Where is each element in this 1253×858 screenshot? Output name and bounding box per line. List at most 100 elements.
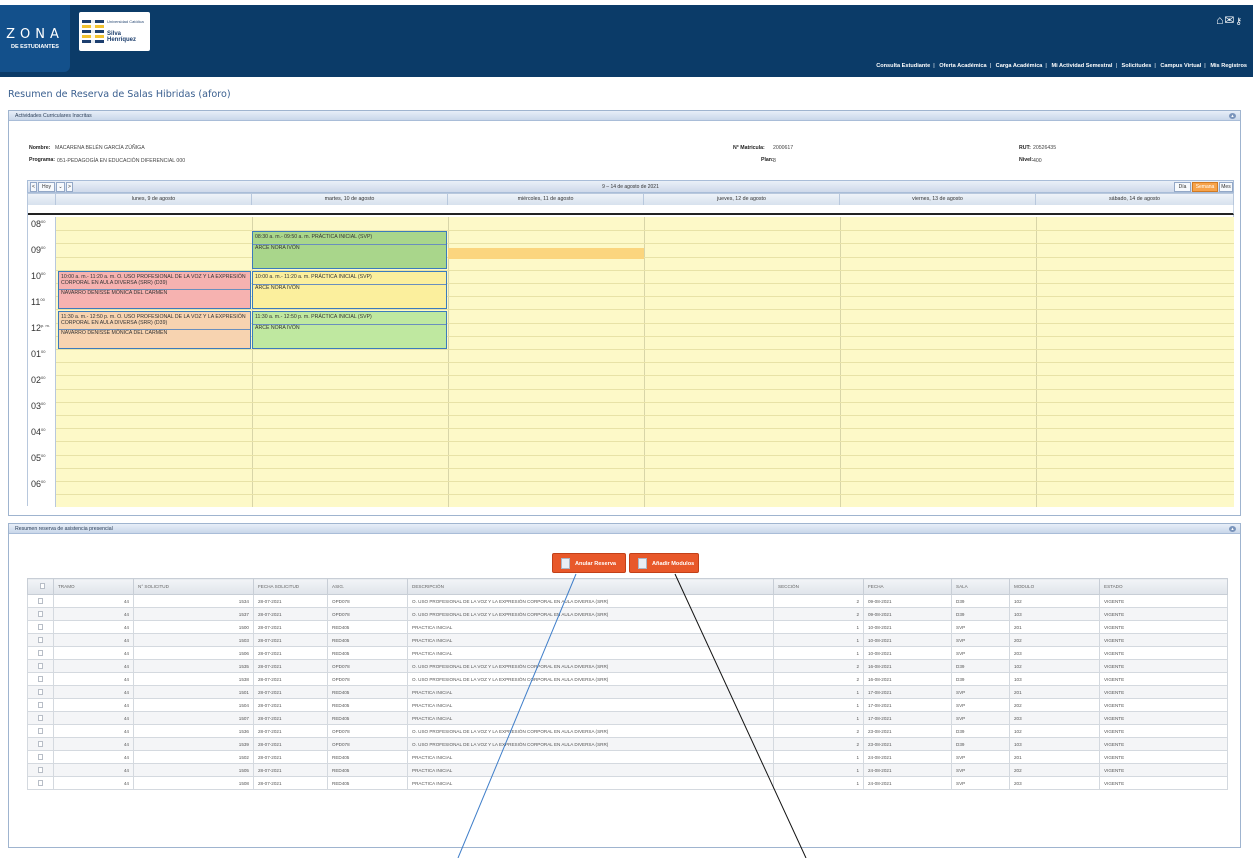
col-estado[interactable]: ESTADO: [1099, 578, 1228, 595]
cell-descripcion: O. USO PROFESIONAL DE LA VOZ Y LA EXPRES…: [407, 594, 774, 608]
view-month-button[interactable]: Mes: [1219, 182, 1233, 192]
collapse-icon[interactable]: ▲: [1229, 526, 1236, 532]
select-all-header[interactable]: [27, 578, 54, 595]
table-row[interactable]: 44 1536 28-07-2021 OPD078 O. USO PROFESIONAL…: [27, 724, 1228, 738]
table-row[interactable]: 44 1508 28-07-2021 RED405 PRACTICA INICIAL 1 2…: [27, 776, 1228, 790]
col-seccion[interactable]: SECCIÓN: [773, 578, 864, 595]
nav-mi-actividad-semestral[interactable]: Mi Actividad Semestral: [1051, 63, 1112, 69]
table-row[interactable]: 44 1502 28-07-2021 RED405 PRACTICA INICIAL 1 2…: [27, 750, 1228, 764]
row-select-cell[interactable]: [27, 763, 54, 777]
table-row[interactable]: 44 1505 28-07-2021 RED405 PRACTICA INICIAL 1 2…: [27, 763, 1228, 777]
row-select-cell[interactable]: [27, 737, 54, 751]
nav-campus-virtual[interactable]: Campus Virtual: [1160, 63, 1201, 69]
table-row[interactable]: 44 1538 28-07-2021 OPD078 O. USO PROFESIONAL…: [27, 672, 1228, 686]
calendar-event[interactable]: 10:00 a. m.- 11:20 a. m. O. USO PROFESIO…: [58, 271, 251, 309]
row-select-cell[interactable]: [27, 685, 54, 699]
col-asig[interactable]: ASIG.: [327, 578, 408, 595]
row-checkbox[interactable]: [38, 636, 43, 643]
zona-estudiantes-logo[interactable]: ZONA DE ESTUDIANTES: [0, 5, 70, 72]
table-row[interactable]: 44 1507 28-07-2021 RED405 PRACTICA INICIAL 1 1…: [27, 711, 1228, 725]
anadir-modulos-button[interactable]: Añadir Modulos: [629, 553, 699, 573]
grid-line: [56, 388, 1234, 390]
event-title: 11:30 a. m.- 12:50 p. m. PRÁCTICA INICIA…: [255, 314, 372, 320]
row-checkbox[interactable]: [38, 623, 43, 630]
table-row[interactable]: 44 1535 28-07-2021 OPD078 O. USO PROFESIONAL…: [27, 659, 1228, 673]
row-select-cell[interactable]: [27, 672, 54, 686]
row-checkbox[interactable]: [38, 649, 43, 656]
cell-asig: RED405: [327, 620, 408, 634]
table-row[interactable]: 44 1537 28-07-2021 OPD078 O. USO PROFESIONAL…: [27, 607, 1228, 621]
select-all-checkbox[interactable]: [40, 583, 45, 589]
cell-fecha-solicitud: 28-07-2021: [253, 646, 328, 660]
calendar-event[interactable]: 11:30 a. m.- 12:50 p. m. O. USO PROFESIO…: [58, 311, 251, 349]
view-day-button[interactable]: Día: [1174, 182, 1191, 192]
selected-slot[interactable]: [448, 248, 644, 259]
row-checkbox[interactable]: [38, 740, 43, 747]
row-select-cell[interactable]: [27, 633, 54, 647]
col-sala[interactable]: SALA: [951, 578, 1010, 595]
cell-fecha: 17-08-2021: [863, 685, 952, 699]
col-fecha[interactable]: FECHA: [863, 578, 952, 595]
row-checkbox[interactable]: [38, 753, 43, 760]
table-row[interactable]: 44 1500 28-07-2021 RED405 PRACTICA INICIAL 1 1…: [27, 620, 1228, 634]
day-header-tuesday[interactable]: martes, 10 de agosto: [252, 194, 448, 205]
table-row[interactable]: 44 1539 28-07-2021 OPD078 O. USO PROFESIONAL…: [27, 737, 1228, 751]
anular-reserva-button[interactable]: Anular Reserva: [552, 553, 626, 573]
row-select-cell[interactable]: [27, 607, 54, 621]
row-select-cell[interactable]: [27, 750, 54, 764]
col-descripcion[interactable]: DESCRIPCIÓN: [407, 578, 774, 595]
table-row[interactable]: 44 1503 28-07-2021 RED405 PRACTICA INICIAL 1 1…: [27, 633, 1228, 647]
cell-seccion: 1: [773, 633, 864, 647]
row-select-cell[interactable]: [27, 711, 54, 725]
table-row[interactable]: 44 1534 28-07-2021 OPD078 O. USO PROFESIONAL…: [27, 594, 1228, 608]
row-select-cell[interactable]: [27, 646, 54, 660]
key-icon[interactable]: ⚷: [1235, 16, 1243, 26]
collapse-icon[interactable]: ▲: [1229, 113, 1236, 119]
nav-solicitudes[interactable]: Solicitudes: [1122, 63, 1152, 69]
cell-descripcion: O. USO PROFESIONAL DE LA VOZ Y LA EXPRES…: [407, 672, 774, 686]
nav-oferta-academica[interactable]: Oferta Académica: [939, 63, 986, 69]
day-header-wednesday[interactable]: miércoles, 11 de agosto: [448, 194, 644, 205]
row-checkbox[interactable]: [38, 714, 43, 721]
row-checkbox[interactable]: [38, 610, 43, 617]
all-day-row[interactable]: [28, 205, 1234, 215]
day-header-saturday[interactable]: sábado, 14 de agosto: [1036, 194, 1234, 205]
calendar-event[interactable]: 11:30 a. m.- 12:50 p. m. PRÁCTICA INICIA…: [252, 311, 447, 349]
row-checkbox[interactable]: [38, 779, 43, 786]
cell-estado: VIGENTE: [1099, 594, 1228, 608]
cell-fecha-solicitud: 28-07-2021: [253, 607, 328, 621]
col-fecha-solicitud[interactable]: FECHA SOLICITUD: [253, 578, 328, 595]
row-checkbox[interactable]: [38, 701, 43, 708]
row-select-cell[interactable]: [27, 698, 54, 712]
row-checkbox[interactable]: [38, 675, 43, 682]
row-checkbox[interactable]: [38, 688, 43, 695]
event-teacher: ARCE NORA IVÓN: [253, 284, 446, 291]
row-checkbox[interactable]: [38, 597, 43, 604]
row-select-cell[interactable]: [27, 620, 54, 634]
day-header-thursday[interactable]: jueves, 12 de agosto: [644, 194, 840, 205]
row-select-cell[interactable]: [27, 659, 54, 673]
col-solicitud[interactable]: N° SOLICITUD: [133, 578, 254, 595]
table-row[interactable]: 44 1506 28-07-2021 RED405 PRACTICA INICIAL 1 1…: [27, 646, 1228, 660]
nav-consulta-estudiante[interactable]: Consulta Estudiante: [876, 63, 930, 69]
table-row[interactable]: 44 1501 28-07-2021 RED405 PRACTICA INICIAL 1 1…: [27, 685, 1228, 699]
cell-descripcion: PRACTICA INICIAL: [407, 763, 774, 777]
calendar-day-area[interactable]: 08:30 a. m.- 09:50 a. m. PRÁCTICA INICIA…: [56, 217, 1234, 507]
row-checkbox[interactable]: [38, 766, 43, 773]
row-select-cell[interactable]: [27, 594, 54, 608]
mail-icon[interactable]: ✉: [1224, 13, 1235, 27]
row-checkbox[interactable]: [38, 727, 43, 734]
table-row[interactable]: 44 1504 28-07-2021 RED405 PRACTICA INICIAL 1 1…: [27, 698, 1228, 712]
row-select-cell[interactable]: [27, 776, 54, 790]
nav-mis-registros[interactable]: Mis Registros: [1210, 63, 1247, 69]
row-checkbox[interactable]: [38, 662, 43, 669]
day-header-friday[interactable]: viernes, 13 de agosto: [840, 194, 1036, 205]
row-select-cell[interactable]: [27, 724, 54, 738]
nav-carga-academica[interactable]: Carga Académica: [996, 63, 1043, 69]
calendar-event[interactable]: 08:30 a. m.- 09:50 a. m. PRÁCTICA INICIA…: [252, 231, 447, 269]
view-work-week-button[interactable]: Semana Laboral: [1192, 182, 1218, 199]
col-modulo[interactable]: MODULO: [1009, 578, 1100, 595]
col-tramo[interactable]: TRAMO: [53, 578, 134, 595]
day-header-monday[interactable]: lunes, 9 de agosto: [56, 194, 252, 205]
calendar-event[interactable]: 10:00 a. m.- 11:20 a. m. PRÁCTICA INICIA…: [252, 271, 447, 309]
